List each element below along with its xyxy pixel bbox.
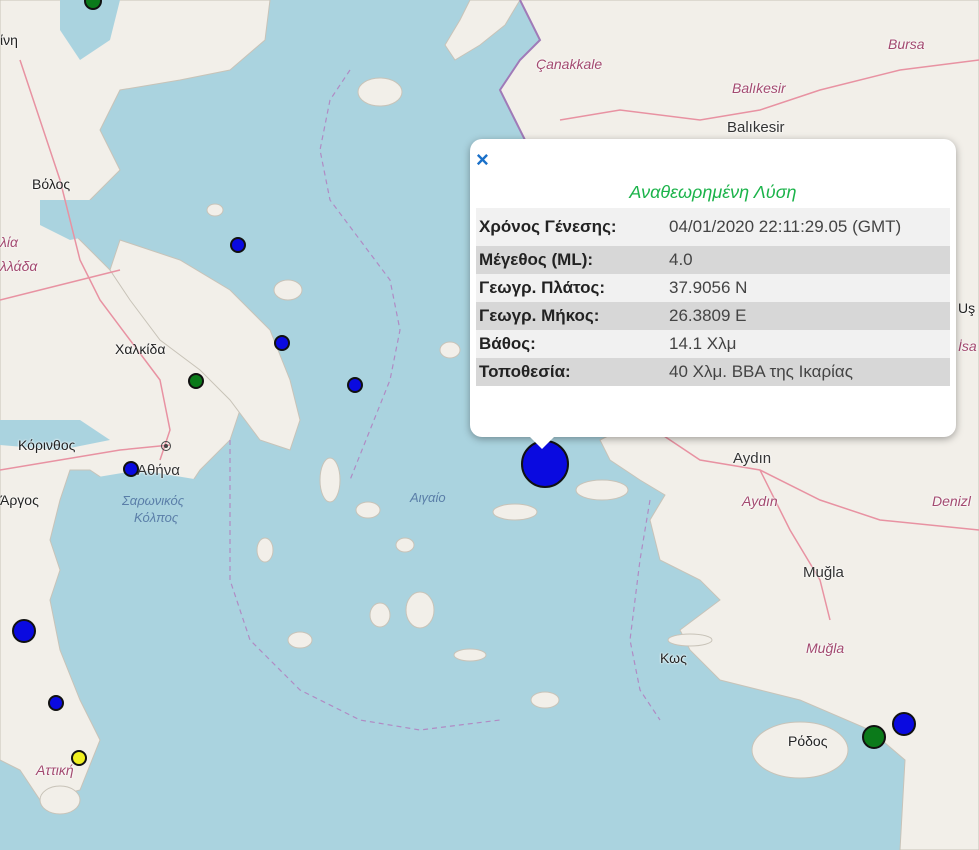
label-ellada-2: λλάδα (0, 258, 38, 274)
label-aydin: Aydın (733, 450, 772, 467)
detail-value: 4.0 (666, 246, 950, 274)
label-korinthos: Κόρινθος (18, 437, 76, 453)
label-saronikos: Σαρωνικός (122, 493, 185, 508)
earthquake-marker-green[interactable] (862, 725, 886, 749)
capital-icon (161, 441, 171, 451)
label-balikesir: Balıkesir (727, 119, 785, 136)
earthquake-marker-blue[interactable] (347, 377, 363, 393)
island-kos (667, 633, 713, 647)
label-volos: Βόλος (32, 176, 71, 192)
earthquake-marker-blue[interactable] (123, 461, 139, 477)
earthquake-popup: × Αναθεωρημένη Λύση Χρόνος Γένεσης: 04/0… (470, 139, 956, 449)
detail-label: Μέγεθος (ML): (476, 246, 666, 274)
detail-label: Γεωγρ. Πλάτος: (476, 274, 666, 302)
island-skiathos (206, 203, 224, 217)
island-skyros (273, 279, 303, 301)
label-attiki: Αττική (36, 762, 74, 778)
detail-row-location: Τοποθεσία: 40 Χλμ. ΒΒΑ της Ικαρίας (476, 358, 950, 386)
island-milos (287, 631, 313, 649)
label-kolpos: Κόλπος (134, 510, 179, 525)
popup-title: Αναθεωρημένη Λύση (629, 182, 797, 202)
detail-row-origin-time: Χρόνος Γένεσης: 04/01/2020 22:11:29.05 (… (476, 208, 950, 246)
detail-row-latitude: Γεωγρ. Πλάτος: 37.9056 N (476, 274, 950, 302)
earthquake-marker-yellow[interactable] (71, 750, 87, 766)
label-denizli: Denizl (932, 493, 971, 509)
label-mugla: Muğla (803, 564, 844, 581)
island-naxos (405, 591, 435, 629)
label-argos: Άργος (0, 492, 39, 508)
label-kos: Κως (660, 650, 687, 666)
detail-value: 37.9056 N (666, 274, 950, 302)
detail-label: Τοποθεσία: (476, 358, 666, 386)
detail-value: 04/01/2020 22:11:29.05 (GMT) (666, 208, 950, 246)
island-mykonos (395, 537, 415, 553)
boundary-line (229, 440, 501, 731)
island-chios (439, 341, 461, 359)
earthquake-marker-blue[interactable] (274, 335, 290, 351)
label-balikesir-province: Balıkesir (732, 80, 786, 96)
label-canakkale: Çanakkale (536, 56, 603, 72)
label-aigaio: Αιγαίο (410, 490, 446, 505)
label-isa: İsa (958, 338, 977, 354)
detail-label: Βάθος: (476, 330, 666, 358)
detail-value: 26.3809 E (666, 302, 950, 330)
map-canvas[interactable]: Bursa Çanakkale Balıkesir Balıkesir Βόλο… (0, 0, 979, 850)
detail-label: Χρόνος Γένεσης: (476, 208, 666, 246)
island-lesvos (357, 77, 403, 107)
earthquake-marker-blue[interactable] (12, 619, 36, 643)
label-mugla-province: Muğla (806, 640, 845, 656)
earthquake-marker-blue[interactable] (230, 237, 246, 253)
island-crete-tip (530, 691, 560, 709)
label-chalkida: Χαλκίδα (115, 341, 166, 357)
island-ikaria (492, 503, 538, 521)
detail-row-longitude: Γεωγρ. Μήκος: 26.3809 E (476, 302, 950, 330)
island-paros (369, 602, 391, 628)
earthquake-marker-blue[interactable] (48, 695, 64, 711)
earthquake-marker-green[interactable] (188, 373, 204, 389)
popup-details-table: Χρόνος Γένεσης: 04/01/2020 22:11:29.05 (… (476, 208, 950, 386)
close-icon[interactable]: × (476, 149, 489, 171)
island-kythira (39, 785, 81, 815)
island-tinos (355, 501, 381, 519)
island-syros (256, 537, 274, 563)
thrace-land (444, 0, 521, 61)
detail-value: 14.1 Χλμ (666, 330, 950, 358)
label-ellada-1: λία (0, 234, 18, 250)
detail-value: 40 Χλμ. ΒΒΑ της Ικαρίας (666, 358, 950, 386)
label-pini: ίνη (0, 32, 18, 48)
detail-row-depth: Βάθος: 14.1 Χλμ (476, 330, 950, 358)
label-aydin-province: Aydın (742, 493, 778, 509)
earthquake-marker-blue[interactable] (892, 712, 916, 736)
label-us: Uş (958, 300, 976, 316)
island-rhodes (751, 721, 849, 779)
popup-tip (530, 437, 554, 449)
label-bursa: Bursa (888, 36, 925, 52)
island-andros (319, 457, 341, 503)
island-amorgos (453, 648, 487, 662)
boundary-line (319, 69, 401, 481)
island-samos (575, 479, 629, 501)
detail-label: Γεωγρ. Μήκος: (476, 302, 666, 330)
label-rodos: Ρόδος (788, 733, 828, 749)
label-athina: Αθήνα (137, 462, 180, 479)
detail-row-magnitude: Μέγεθος (ML): 4.0 (476, 246, 950, 274)
